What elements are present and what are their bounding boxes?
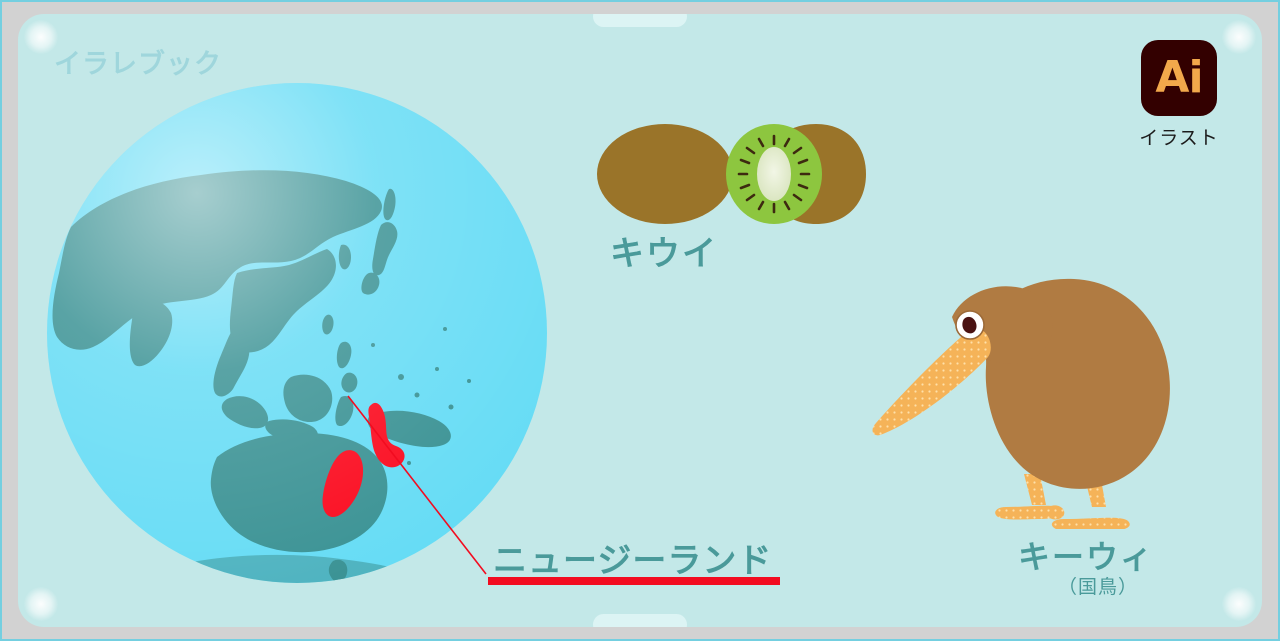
corner-gloss-bottom-left (24, 587, 58, 621)
kiwi-bird-label: キーウィ (1018, 538, 1155, 576)
frame-edge-left (0, 0, 2, 641)
corner-gloss-top-right (1222, 20, 1256, 54)
illustrator-logo-text: Ai (1155, 52, 1203, 103)
corner-gloss-top-left (24, 20, 58, 54)
content-panel: イラレブック キウイ キーウィ （国鳥） ニュージーランド Ai イラスト (18, 14, 1262, 627)
panel-notch-bottom (593, 614, 687, 627)
kiwi-bird-beak (872, 327, 991, 436)
kiwi-fruit-label: キウイ (610, 234, 718, 274)
kiwi-bird-sublabel: （国鳥） (1058, 576, 1139, 598)
frame-edge-top (0, 0, 1280, 2)
illustration-canvas: イラレブック キウイ キーウィ （国鳥） ニュージーランド Ai イラスト (0, 0, 1280, 641)
kiwi-bird-svg (872, 278, 1170, 532)
globe-svg (47, 83, 547, 583)
watermark-text: イラレブック (54, 49, 222, 80)
corner-gloss-bottom-right (1222, 587, 1256, 621)
kiwi-bird-illustration (856, 269, 1206, 532)
world-globe (41, 77, 553, 589)
illustrator-badge-caption: イラスト (1139, 127, 1219, 149)
illustrator-badge[interactable]: Ai イラスト (1136, 40, 1222, 150)
new-zealand-underline (488, 577, 780, 585)
kiwi-fruit-half (726, 124, 866, 224)
new-zealand-label: ニュージーランド (493, 541, 773, 581)
kiwi-fruit-whole (597, 124, 733, 224)
panel-notch-top (593, 14, 687, 27)
illustrator-logo-icon[interactable]: Ai (1141, 40, 1217, 116)
kiwi-core (757, 147, 791, 201)
globe-gloss (47, 83, 547, 583)
